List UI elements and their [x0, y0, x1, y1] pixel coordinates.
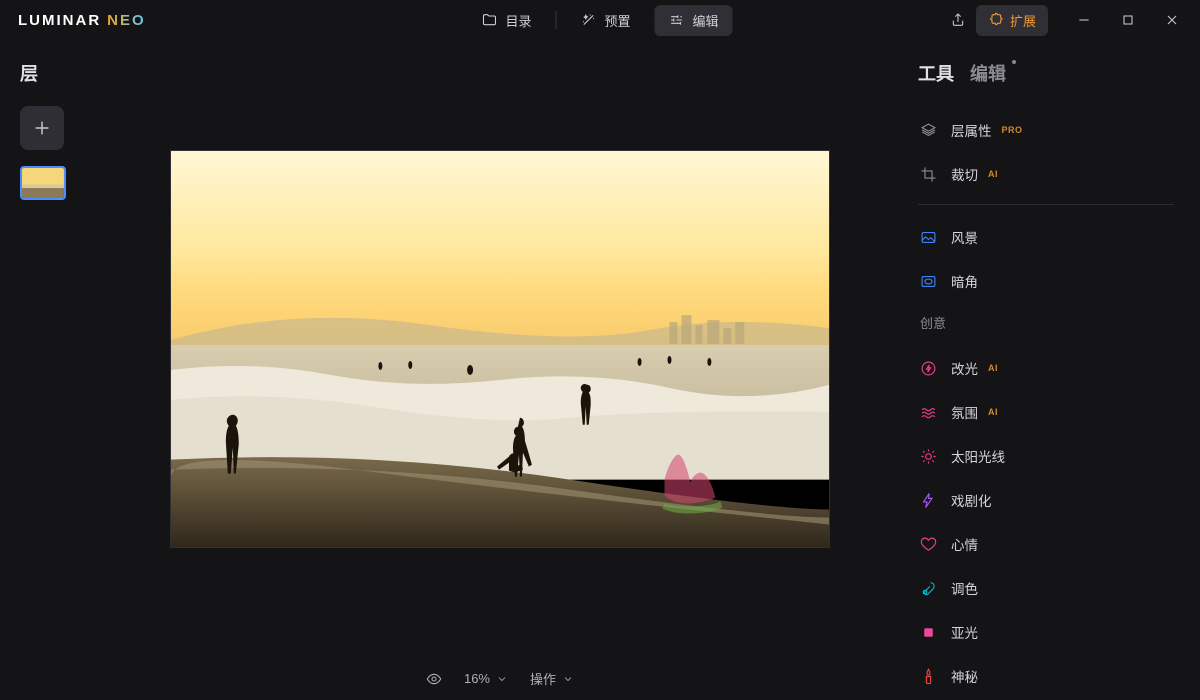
chevron-down-icon [562, 673, 574, 685]
actions-label: 操作 [530, 669, 556, 688]
zoom-level[interactable]: 16% [464, 671, 508, 686]
plus-icon [31, 117, 53, 139]
folder-icon [481, 12, 497, 28]
tool-relight[interactable]: 改光 AI [918, 346, 1174, 390]
tools-panel-tabs: 工具 编辑 [918, 60, 1174, 86]
image-canvas[interactable] [170, 150, 830, 548]
share-button[interactable] [940, 6, 976, 34]
tool-list: 层属性 PRO 裁切 AI 风景 暗角 创意 改光 AI [918, 108, 1174, 700]
tab-catalog-label: 目录 [505, 11, 531, 30]
tab-presets-label: 预置 [604, 11, 630, 30]
share-icon [950, 12, 966, 28]
eye-icon [426, 671, 442, 687]
flash-circle-icon [920, 360, 937, 377]
tool-vignette[interactable]: 暗角 [918, 259, 1174, 303]
panel-tab-edits[interactable]: 编辑 [970, 60, 1006, 86]
panel-tab-tools[interactable]: 工具 [918, 60, 954, 86]
separator [918, 204, 1174, 205]
ai-badge: AI [988, 363, 998, 373]
window-actions: 扩展 [940, 3, 1194, 37]
crop-icon [920, 166, 937, 183]
candle-icon [920, 668, 937, 685]
minimize-button[interactable] [1062, 3, 1106, 37]
canvas-area: 16% 操作 [100, 40, 900, 700]
image-icon [920, 229, 937, 246]
extensions-label: 扩展 [1010, 11, 1036, 30]
sliders-icon [669, 12, 685, 28]
tool-label: 风景 [951, 227, 978, 247]
tab-catalog[interactable]: 目录 [467, 5, 545, 36]
tool-sunrays[interactable]: 太阳光线 [918, 434, 1174, 478]
brush-icon [920, 580, 937, 597]
tool-label: 亚光 [951, 622, 978, 642]
layers-title: 层 [20, 60, 100, 86]
actions-menu[interactable]: 操作 [530, 669, 574, 688]
wand-icon [580, 12, 596, 28]
tool-label: 调色 [951, 578, 978, 598]
square-icon [920, 624, 937, 641]
pro-badge: PRO [1002, 125, 1023, 135]
tool-label: 神秘 [951, 666, 978, 686]
ai-badge: AI [988, 169, 998, 179]
tool-landscape[interactable]: 风景 [918, 215, 1174, 259]
visibility-toggle[interactable] [426, 671, 442, 687]
tool-mood[interactable]: 心情 [918, 522, 1174, 566]
add-layer-button[interactable] [20, 106, 64, 150]
tool-matte[interactable]: 亚光 [918, 610, 1174, 654]
thumb-image-icon [22, 168, 64, 199]
chevron-down-icon [496, 673, 508, 685]
main-area: 层 [0, 40, 1200, 700]
tool-dramatic[interactable]: 戏剧化 [918, 478, 1174, 522]
vignette-icon [920, 273, 937, 290]
tool-label: 裁切 [951, 164, 978, 184]
ai-badge: AI [988, 407, 998, 417]
maximize-icon [1120, 12, 1136, 28]
tool-label: 氛围 [951, 402, 978, 422]
logo-text-2: NEO [107, 12, 146, 29]
tab-presets[interactable]: 预置 [566, 5, 644, 36]
tool-label: 暗角 [951, 271, 978, 291]
layers-panel: 层 [0, 40, 100, 700]
close-button[interactable] [1150, 3, 1194, 37]
tool-layer-properties[interactable]: 层属性 PRO [918, 108, 1174, 152]
tab-edit[interactable]: 编辑 [655, 5, 733, 36]
close-icon [1164, 12, 1180, 28]
layer-thumbnail[interactable] [20, 166, 66, 200]
mode-tabs: 目录 预置 编辑 [467, 5, 732, 36]
maximize-button[interactable] [1106, 3, 1150, 37]
minimize-icon [1076, 12, 1092, 28]
tool-mystical[interactable]: 神秘 [918, 654, 1174, 698]
tool-toning[interactable]: 调色 [918, 566, 1174, 610]
tool-label: 改光 [951, 358, 978, 378]
group-creative-label: 创意 [918, 303, 1174, 346]
bolt-icon [920, 492, 937, 509]
sun-icon [920, 448, 937, 465]
titlebar: LUMINAR NEO 目录 预置 编辑 扩展 [0, 0, 1200, 40]
canvas-bottom-toolbar: 16% 操作 [426, 669, 574, 688]
tool-label: 太阳光线 [951, 446, 1005, 466]
canvas-image [171, 151, 829, 547]
heart-icon [920, 536, 937, 553]
tool-label: 心情 [951, 534, 978, 554]
app-logo: LUMINAR NEO [18, 12, 146, 29]
tool-label: 层属性 [951, 120, 992, 140]
tool-crop[interactable]: 裁切 AI [918, 152, 1174, 196]
tool-label: 戏剧化 [951, 490, 992, 510]
tab-edit-label: 编辑 [693, 11, 719, 30]
tab-separator [555, 11, 556, 29]
waves-icon [920, 404, 937, 421]
extensions-button[interactable]: 扩展 [976, 5, 1048, 36]
tool-atmosphere[interactable]: 氛围 AI [918, 390, 1174, 434]
logo-text-1: LUMINAR [18, 12, 101, 29]
puzzle-icon [988, 12, 1004, 28]
zoom-value: 16% [464, 671, 490, 686]
layers-icon [920, 122, 937, 139]
tools-panel: 工具 编辑 层属性 PRO 裁切 AI 风景 暗角 [900, 40, 1200, 700]
